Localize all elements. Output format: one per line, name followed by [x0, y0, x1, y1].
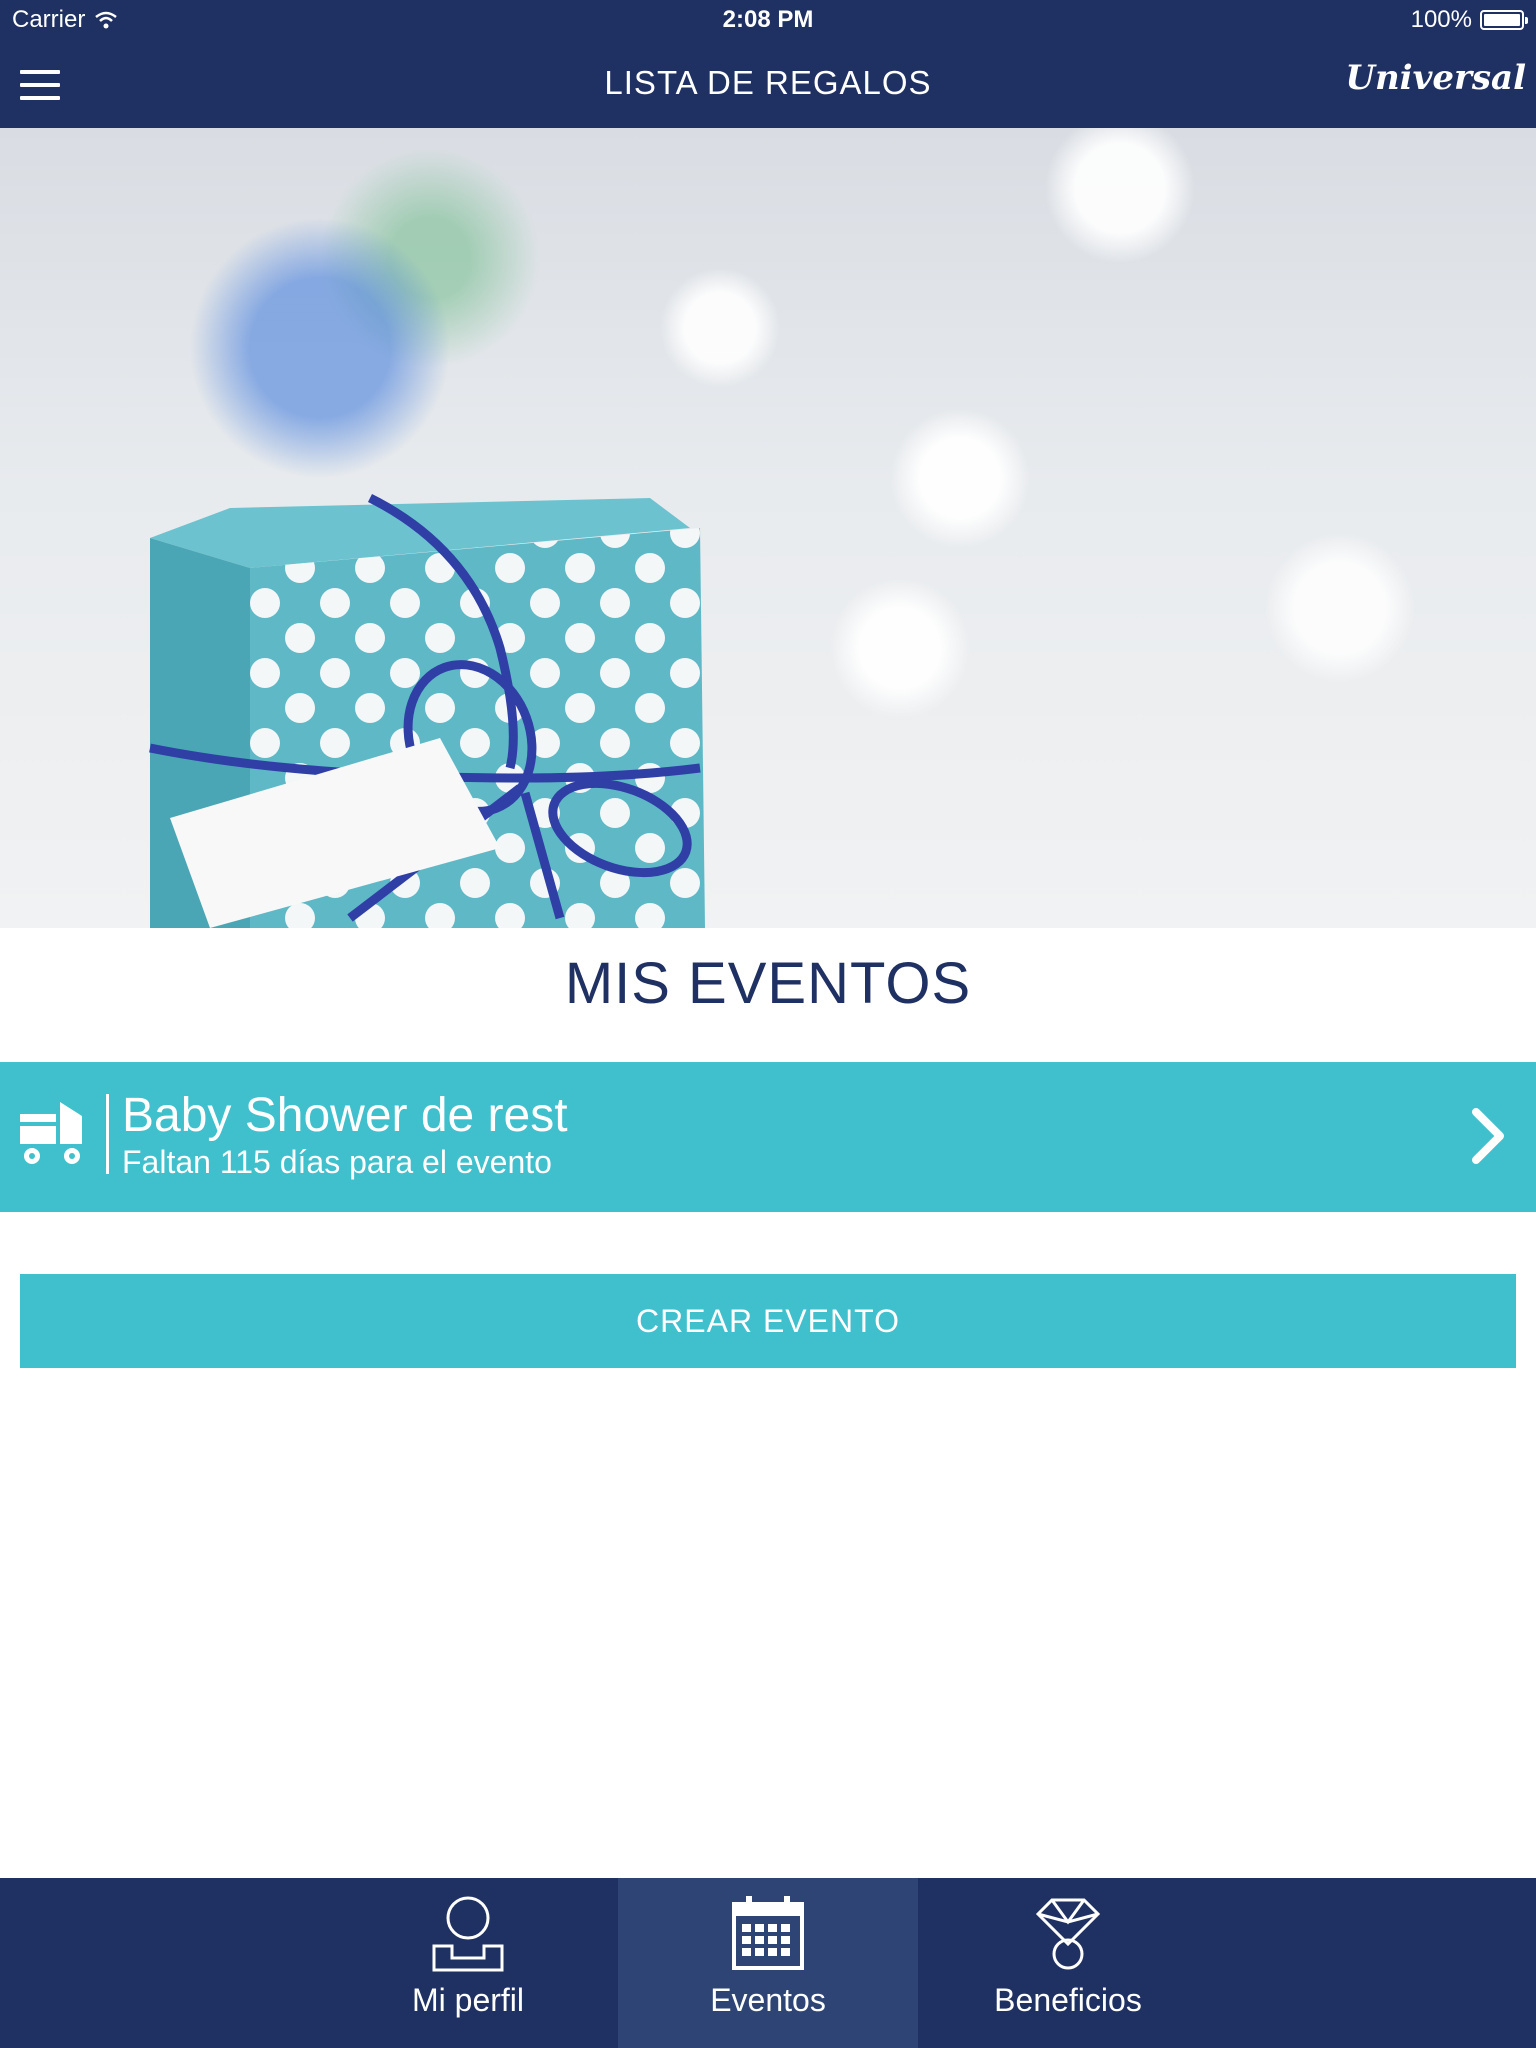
calendar-icon	[732, 1896, 804, 1970]
tab-label: Mi perfil	[411, 1982, 524, 2018]
chevron-right-icon	[1472, 1108, 1504, 1164]
event-list-item[interactable]: Baby Shower de rest Faltan 115 días para…	[0, 1062, 1536, 1212]
page-title: LISTA DE REGALOS	[604, 64, 932, 101]
battery-percent: 100%	[1410, 6, 1472, 33]
battery-icon	[1480, 10, 1528, 30]
bottom-tab-bar: Mi perfil Eventos Beneficios	[0, 1878, 1536, 2048]
tab-mi-perfil[interactable]: Mi perfil	[318, 1878, 618, 2048]
navigation-bar: LISTA DE REGALOS Universal	[0, 40, 1536, 128]
tab-label: Eventos	[710, 1982, 826, 2018]
hero-image	[0, 128, 1536, 928]
event-countdown: Faltan 115 días para el evento	[122, 1144, 552, 1180]
gift-box-illustration	[149, 493, 705, 928]
event-divider	[106, 1094, 109, 1174]
brand-logo: Universal	[1345, 58, 1526, 98]
battery-status: 100%	[1410, 6, 1528, 34]
tab-label: Beneficios	[994, 1982, 1142, 2018]
event-name: Baby Shower de rest	[122, 1089, 568, 1142]
tab-beneficios[interactable]: Beneficios	[918, 1878, 1218, 2048]
status-bar: Carrier 2:08 PM 100%	[0, 0, 1536, 40]
medal-icon	[1035, 1898, 1101, 1970]
stroller-icon	[20, 1102, 82, 1164]
profile-icon	[432, 1896, 504, 1972]
tab-eventos[interactable]: Eventos	[618, 1878, 918, 2048]
clock: 2:08 PM	[722, 6, 814, 33]
create-event-button[interactable]: CREAR EVENTO	[20, 1274, 1516, 1368]
section-title: MIS EVENTOS	[564, 951, 972, 1016]
